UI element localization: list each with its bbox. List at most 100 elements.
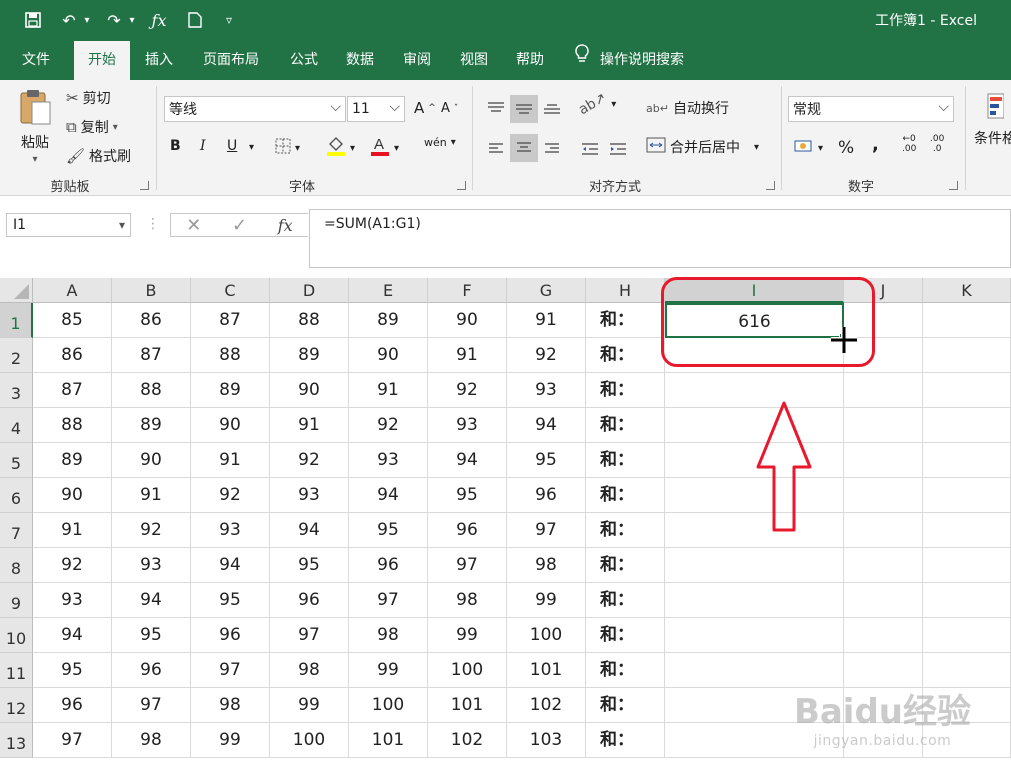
cell-b5[interactable]: 90 [112,443,191,478]
save-icon[interactable] [22,9,44,31]
cell-a8[interactable]: 92 [33,548,112,583]
cell-k11[interactable] [923,653,1011,688]
cell-e7[interactable]: 95 [349,513,428,548]
cell-k4[interactable] [923,408,1011,443]
row-header-4[interactable]: 4 [0,408,33,443]
phonetic-button[interactable]: wén ▾ [424,136,456,149]
cell-a4[interactable]: 88 [33,408,112,443]
merge-center-button[interactable]: 合并后居中 ▾ [646,137,759,157]
alignment-launcher-icon[interactable] [766,181,775,190]
cell-d7[interactable]: 94 [270,513,349,548]
cell-g6[interactable]: 96 [507,478,586,513]
wrap-text-button[interactable]: ab↵ 自动换行 [646,98,729,118]
cell-k6[interactable] [923,478,1011,513]
cell-g5[interactable]: 95 [507,443,586,478]
cell-g9[interactable]: 99 [507,583,586,618]
italic-button[interactable]: I [200,138,206,154]
cell-h9[interactable]: 和： [586,583,665,618]
cell-b3[interactable]: 88 [112,373,191,408]
font-size-select[interactable]: 11 ⌵ [347,96,405,122]
cell-e13[interactable]: 101 [349,723,428,758]
row-header-7[interactable]: 7 [0,513,33,548]
tab-insert[interactable]: 插入 [134,41,184,80]
cell-f2[interactable]: 91 [428,338,507,373]
cell-d3[interactable]: 90 [270,373,349,408]
cell-a1[interactable]: 85 [33,303,112,338]
column-header-d[interactable]: D [270,278,349,303]
tab-review[interactable]: 审阅 [393,41,441,80]
tab-view[interactable]: 视图 [450,41,498,80]
paste-button[interactable]: 粘贴 ▾ [12,88,58,168]
cell-d10[interactable]: 97 [270,618,349,653]
cell-k2[interactable] [923,338,1011,373]
cell-j9[interactable] [844,583,923,618]
cell-h10[interactable]: 和： [586,618,665,653]
cell-i10[interactable] [665,618,844,653]
cell-g8[interactable]: 98 [507,548,586,583]
cell-d6[interactable]: 93 [270,478,349,513]
cell-c11[interactable]: 97 [191,653,270,688]
customize-toolbar-icon[interactable]: ▿ [220,9,238,31]
cell-k3[interactable] [923,373,1011,408]
cell-b7[interactable]: 92 [112,513,191,548]
cell-f1[interactable]: 90 [428,303,507,338]
cell-a12[interactable]: 96 [33,688,112,723]
cell-d1[interactable]: 88 [270,303,349,338]
cell-c12[interactable]: 98 [191,688,270,723]
grip-icon[interactable]: ⋮ [146,216,160,232]
cell-a9[interactable]: 93 [33,583,112,618]
redo-dropdown-icon[interactable]: ▾ [127,9,137,31]
font-launcher-icon[interactable] [457,181,466,190]
cell-f8[interactable]: 97 [428,548,507,583]
new-file-icon[interactable] [184,9,206,31]
tab-formulas[interactable]: 公式 [280,41,328,80]
cell-f6[interactable]: 95 [428,478,507,513]
row-header-1[interactable]: 1 [0,303,33,338]
cell-c9[interactable]: 95 [191,583,270,618]
cell-j8[interactable] [844,548,923,583]
align-center-button[interactable] [510,134,538,162]
cell-h5[interactable]: 和： [586,443,665,478]
cell-c13[interactable]: 99 [191,723,270,758]
cell-a10[interactable]: 94 [33,618,112,653]
cell-g7[interactable]: 97 [507,513,586,548]
cell-b1[interactable]: 86 [112,303,191,338]
cell-c5[interactable]: 91 [191,443,270,478]
tab-data[interactable]: 数据 [336,41,384,80]
bold-button[interactable]: B [170,138,181,154]
cell-f4[interactable]: 93 [428,408,507,443]
tab-file[interactable]: 文件 [8,41,64,80]
cell-a11[interactable]: 95 [33,653,112,688]
underline-button[interactable]: U [227,138,237,154]
column-header-a[interactable]: A [33,278,112,303]
cell-a3[interactable]: 87 [33,373,112,408]
column-header-k[interactable]: K [923,278,1011,303]
column-header-b[interactable]: B [112,278,191,303]
cell-j7[interactable] [844,513,923,548]
number-launcher-icon[interactable] [949,181,958,190]
cell-e11[interactable]: 99 [349,653,428,688]
cell-c10[interactable]: 96 [191,618,270,653]
row-header-2[interactable]: 2 [0,338,33,373]
cell-f12[interactable]: 101 [428,688,507,723]
cell-c4[interactable]: 90 [191,408,270,443]
copy-button[interactable]: ⧉ 复制 ▾ [66,117,118,137]
cell-c8[interactable]: 94 [191,548,270,583]
name-box[interactable]: I1 ▾ [6,213,131,237]
select-all-corner[interactable] [0,278,33,303]
underline-dropdown-icon[interactable]: ▾ [249,142,254,153]
cell-f7[interactable]: 96 [428,513,507,548]
cell-k9[interactable] [923,583,1011,618]
column-header-h[interactable]: H [586,278,665,303]
clipboard-launcher-icon[interactable] [140,181,149,190]
cell-e8[interactable]: 96 [349,548,428,583]
row-header-10[interactable]: 10 [0,618,33,653]
grow-font-button[interactable]: A ^ [414,99,436,117]
cell-f10[interactable]: 99 [428,618,507,653]
align-right-button[interactable] [540,136,564,162]
insert-function-icon[interactable]: fx [278,216,293,235]
cell-g3[interactable]: 93 [507,373,586,408]
orientation-button[interactable]: ab↗ ▾ [576,90,616,118]
row-header-13[interactable]: 13 [0,723,33,758]
cell-g2[interactable]: 92 [507,338,586,373]
